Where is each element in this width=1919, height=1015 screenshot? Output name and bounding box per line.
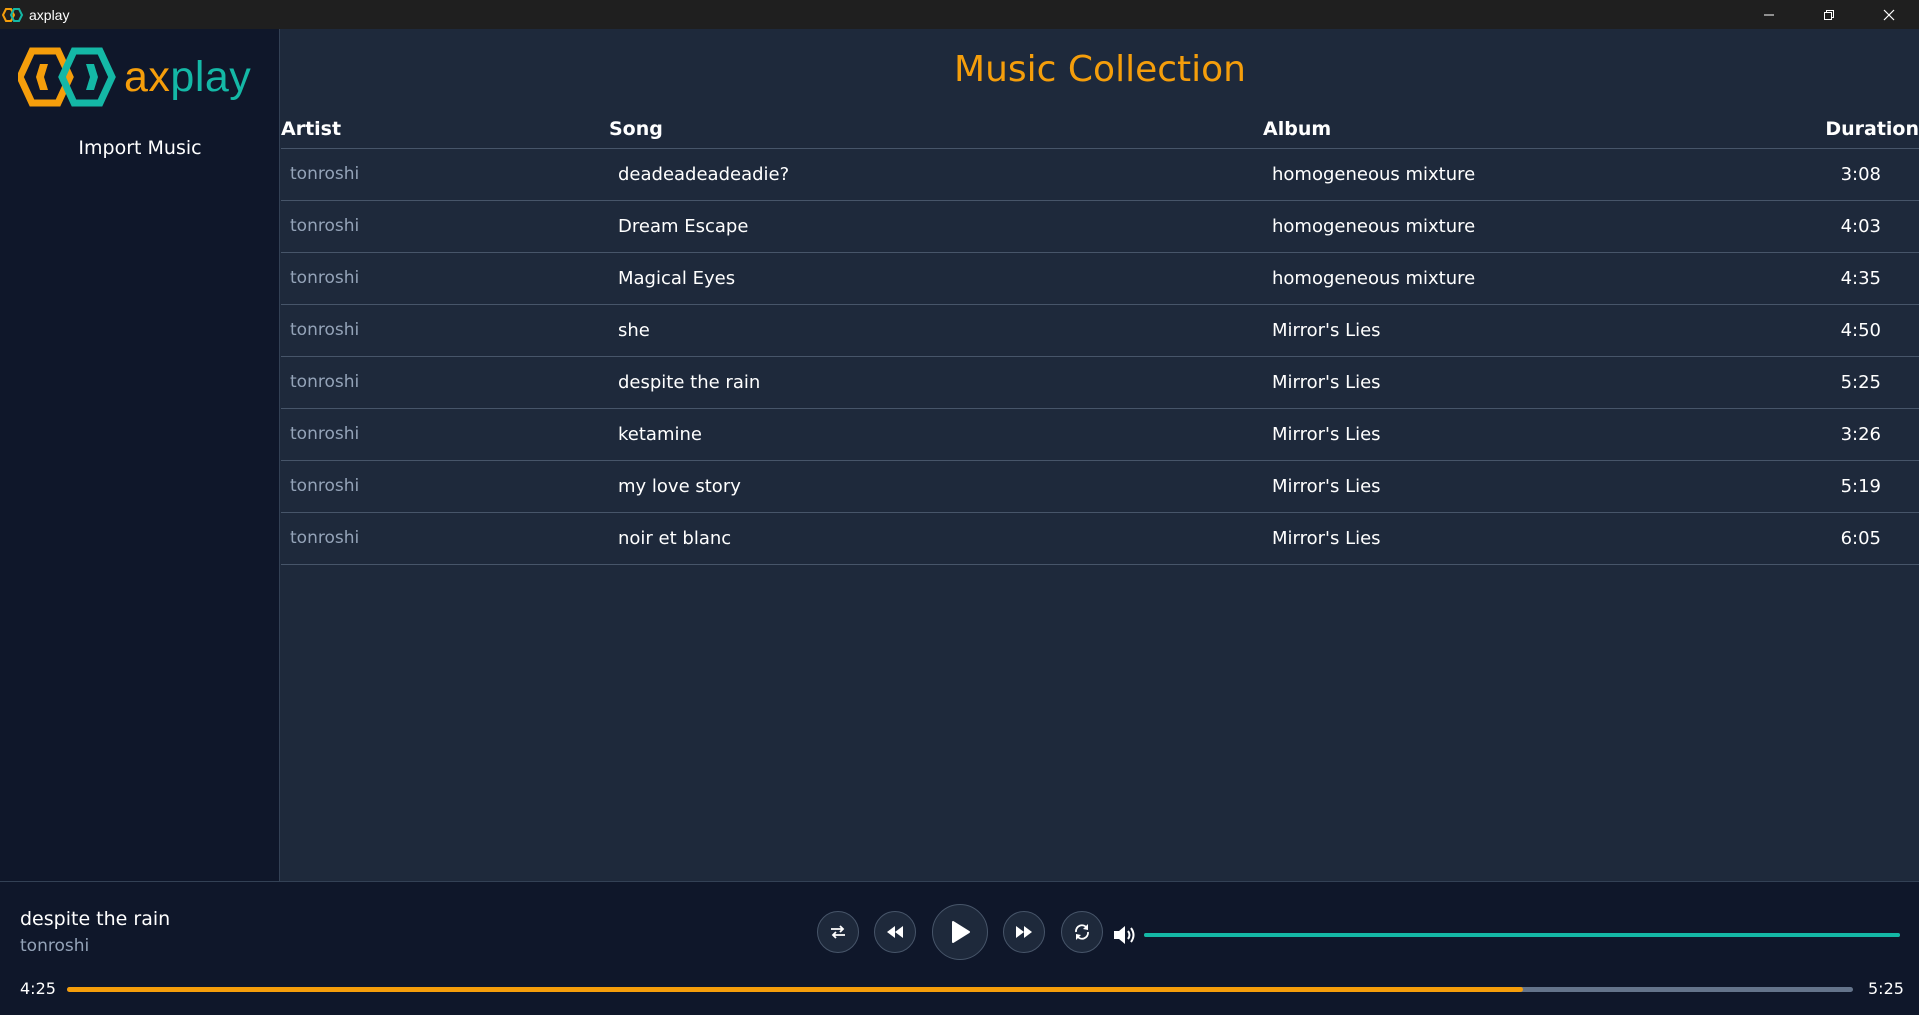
track-duration: 3:08 <box>1819 148 1919 201</box>
volume-icon[interactable] <box>1112 924 1138 946</box>
previous-icon <box>887 926 903 938</box>
column-header-song[interactable]: Song <box>609 118 1263 149</box>
playback-progress-slider[interactable] <box>67 987 1853 992</box>
restore-button[interactable] <box>1799 0 1859 29</box>
total-time: 5:25 <box>1868 979 1904 998</box>
next-icon <box>1016 926 1032 938</box>
track-duration: 4:50 <box>1819 304 1919 357</box>
table-row[interactable]: tonroshi my love story Mirror's Lies 5:19 <box>281 460 1919 513</box>
track-artist: tonroshi <box>281 512 609 565</box>
table-row[interactable]: tonroshi Magical Eyes homogeneous mixture 4… <box>281 252 1919 305</box>
track-song: deadeadeadeadie? <box>609 148 1263 201</box>
track-song: ketamine <box>609 408 1263 461</box>
minimize-icon <box>1764 14 1774 15</box>
table-row[interactable]: tonroshi ketamine Mirror's Lies 3:26 <box>281 408 1919 461</box>
window-controls <box>1739 0 1919 29</box>
track-artist: tonroshi <box>281 148 609 201</box>
shuffle-button[interactable] <box>817 911 859 953</box>
close-button[interactable] <box>1859 0 1919 29</box>
play-button[interactable] <box>932 904 988 960</box>
track-duration: 5:19 <box>1819 460 1919 513</box>
table-row[interactable]: tonroshi noir et blanc Mirror's Lies 6:05 <box>281 512 1919 565</box>
app-logo: axplay <box>18 47 251 107</box>
table-row[interactable]: tonroshi Dream Escape homogeneous mixture 4… <box>281 200 1919 253</box>
track-song: my love story <box>609 460 1263 513</box>
shuffle-icon <box>831 925 845 939</box>
track-album: Mirror's Lies <box>1263 512 1819 565</box>
track-artist: tonroshi <box>281 408 609 461</box>
window-title: axplay <box>29 6 70 23</box>
table-row[interactable]: tonroshi deadeadeadeadie? homogeneous mixt… <box>281 148 1919 201</box>
next-button[interactable] <box>1003 911 1045 953</box>
axplay-logo-icon <box>18 47 116 107</box>
track-artist: tonroshi <box>281 304 609 357</box>
play-icon <box>952 921 970 943</box>
track-album: Mirror's Lies <box>1263 356 1819 409</box>
logo-text-suffix: play <box>170 52 252 101</box>
column-header-duration[interactable]: Duration <box>1819 118 1919 149</box>
track-album: homogeneous mixture <box>1263 148 1819 201</box>
track-song: Magical Eyes <box>609 252 1263 305</box>
axplay-logo-icon <box>2 7 24 22</box>
track-artist: tonroshi <box>281 356 609 409</box>
previous-button[interactable] <box>874 911 916 953</box>
track-song: despite the rain <box>609 356 1263 409</box>
track-duration: 5:25 <box>1819 356 1919 409</box>
track-artist: tonroshi <box>281 252 609 305</box>
volume-slider-fill <box>1144 933 1900 937</box>
table-row[interactable]: tonroshi despite the rain Mirror's Lies 5:2… <box>281 356 1919 409</box>
logo-text-prefix: ax <box>124 52 171 101</box>
table-header-row: Artist Song Album Duration <box>281 118 1919 149</box>
playback-progress-fill <box>67 987 1523 992</box>
sidebar: axplay Import Music <box>0 29 280 881</box>
repeat-icon <box>1075 924 1089 940</box>
track-artist: tonroshi <box>281 200 609 253</box>
minimize-button[interactable] <box>1739 0 1799 29</box>
track-album: Mirror's Lies <box>1263 460 1819 513</box>
now-playing-title: despite the rain <box>20 908 171 930</box>
track-song: noir et blanc <box>609 512 1263 565</box>
close-icon <box>1883 9 1895 20</box>
track-song: she <box>609 304 1263 357</box>
import-music-button[interactable]: Import Music <box>0 137 280 159</box>
tracks-table: Artist Song Album Duration tonroshi deade… <box>281 118 1919 565</box>
music-collection-panel: Music Collection Artist Song Album Durat… <box>281 29 1919 881</box>
track-duration: 4:35 <box>1819 252 1919 305</box>
repeat-button[interactable] <box>1061 911 1103 953</box>
page-title: Music Collection <box>954 49 1246 90</box>
logo-text: axplay <box>124 53 251 102</box>
column-header-artist[interactable]: Artist <box>281 118 609 149</box>
column-header-album[interactable]: Album <box>1263 118 1819 149</box>
track-album: homogeneous mixture <box>1263 252 1819 305</box>
track-duration: 4:03 <box>1819 200 1919 253</box>
track-song: Dream Escape <box>609 200 1263 253</box>
current-time: 4:25 <box>20 979 56 998</box>
table-row[interactable]: tonroshi she Mirror's Lies 4:50 <box>281 304 1919 357</box>
track-album: Mirror's Lies <box>1263 304 1819 357</box>
title-bar: axplay <box>0 0 1919 29</box>
restore-icon <box>1824 9 1834 20</box>
track-album: homogeneous mixture <box>1263 200 1819 253</box>
track-duration: 3:26 <box>1819 408 1919 461</box>
now-playing-artist: tonroshi <box>20 936 90 956</box>
track-duration: 6:05 <box>1819 512 1919 565</box>
track-album: Mirror's Lies <box>1263 408 1819 461</box>
volume-slider[interactable] <box>1144 933 1900 937</box>
track-artist: tonroshi <box>281 460 609 513</box>
player-bar: despite the rain tonroshi 4:25 5:25 <box>0 881 1919 1015</box>
